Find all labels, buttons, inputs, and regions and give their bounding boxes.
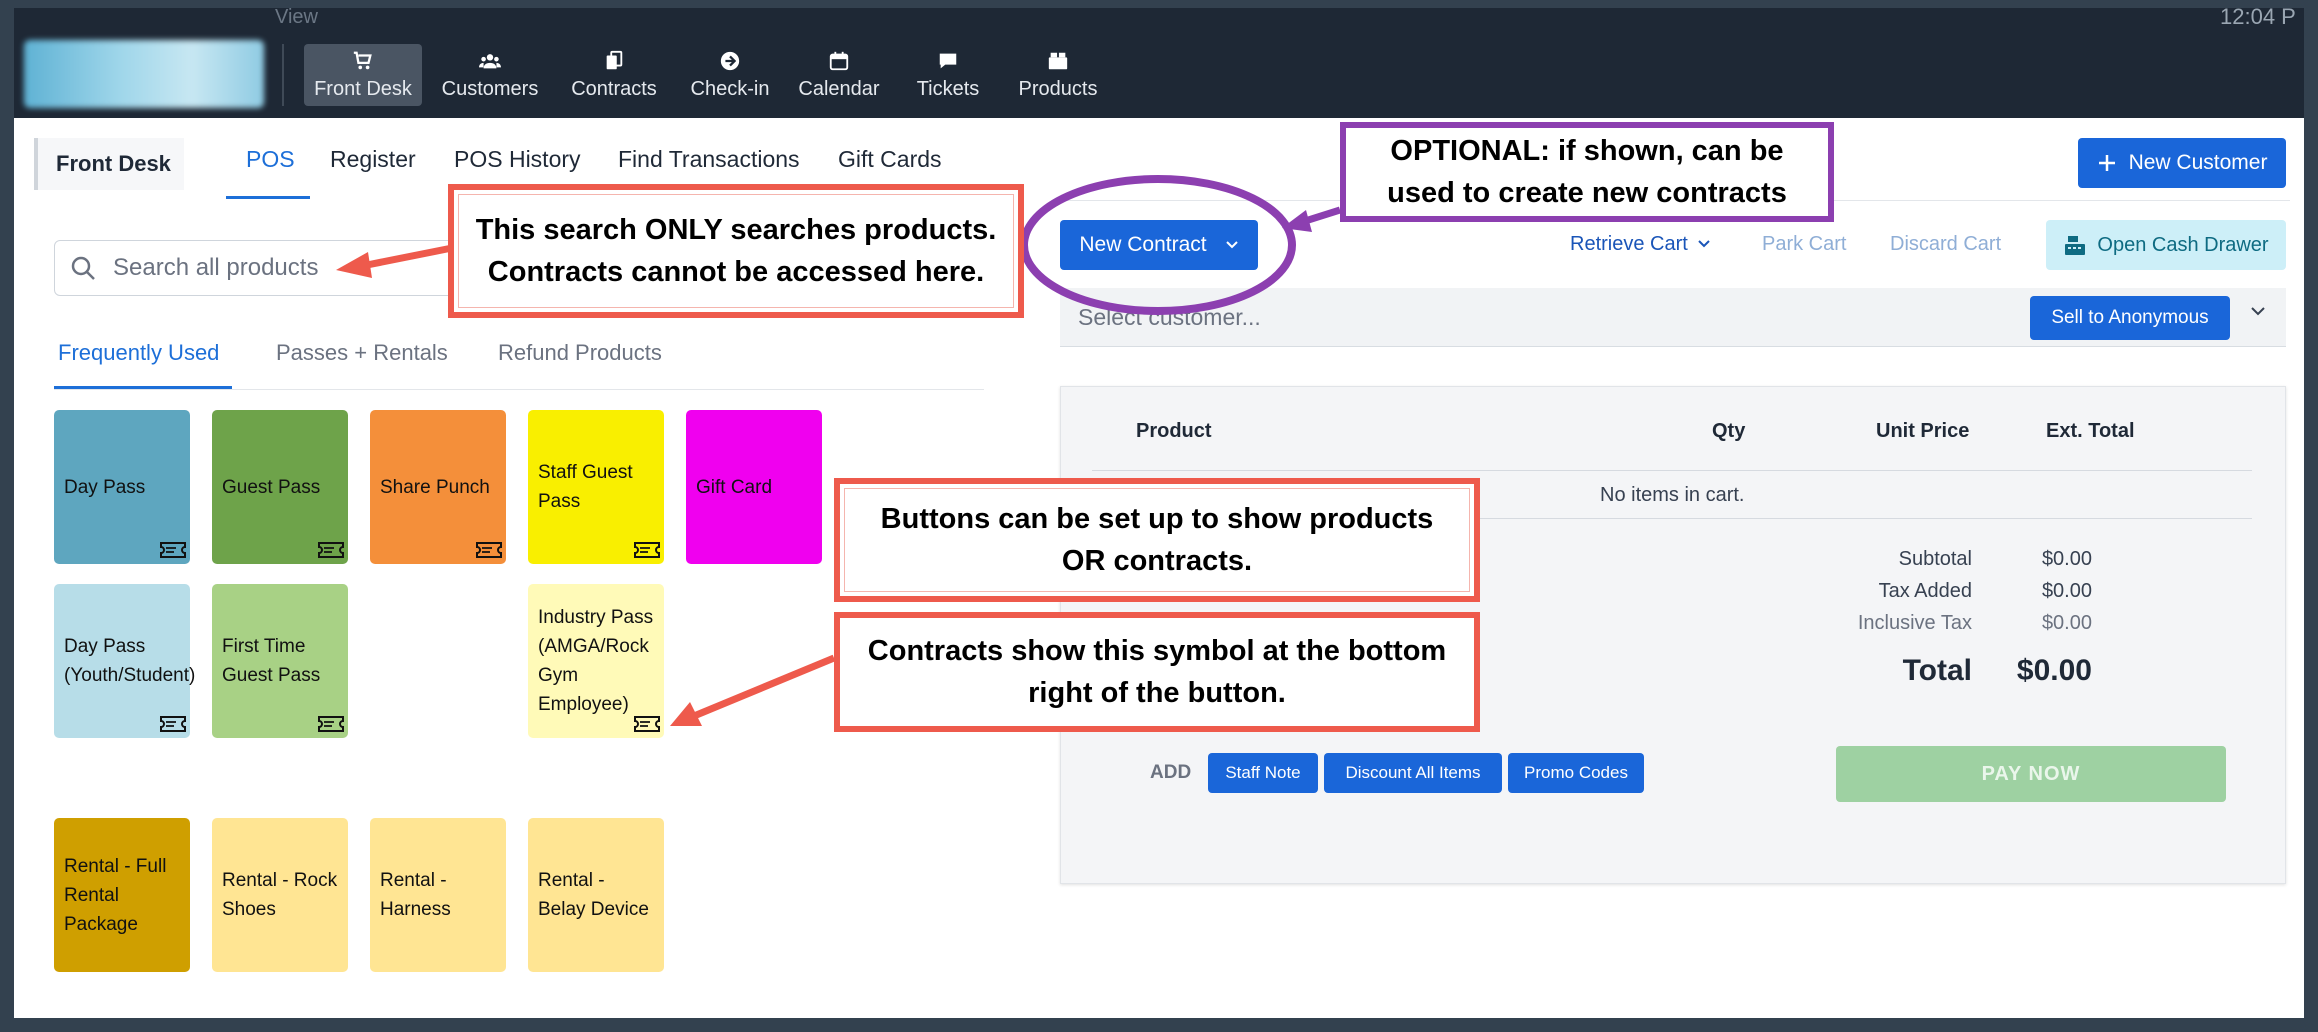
search-annotation-arrowhead	[336, 252, 372, 278]
search-annotation-text: This search ONLY searches products. Cont…	[475, 214, 997, 288]
search-annotation-arrow	[361, 244, 453, 270]
symbol-annotation-arrow	[692, 654, 836, 720]
optional-annotation-callout: OPTIONAL: if shown, can be used to creat…	[1340, 122, 1834, 222]
new-contract-highlight-ellipse	[1020, 175, 1296, 315]
search-annotation-callout: This search ONLY searches products. Cont…	[448, 184, 1024, 318]
symbol-annotation-text: Contracts show this symbol at the bottom…	[867, 635, 1447, 709]
symbol-annotation-callout: Contracts show this symbol at the bottom…	[834, 612, 1480, 732]
optional-annotation-text: OPTIONAL: if shown, can be used to creat…	[1387, 135, 1787, 209]
buttons-annotation-text: Buttons can be set up to show products O…	[880, 503, 1434, 577]
buttons-annotation-callout: Buttons can be set up to show products O…	[834, 478, 1480, 602]
